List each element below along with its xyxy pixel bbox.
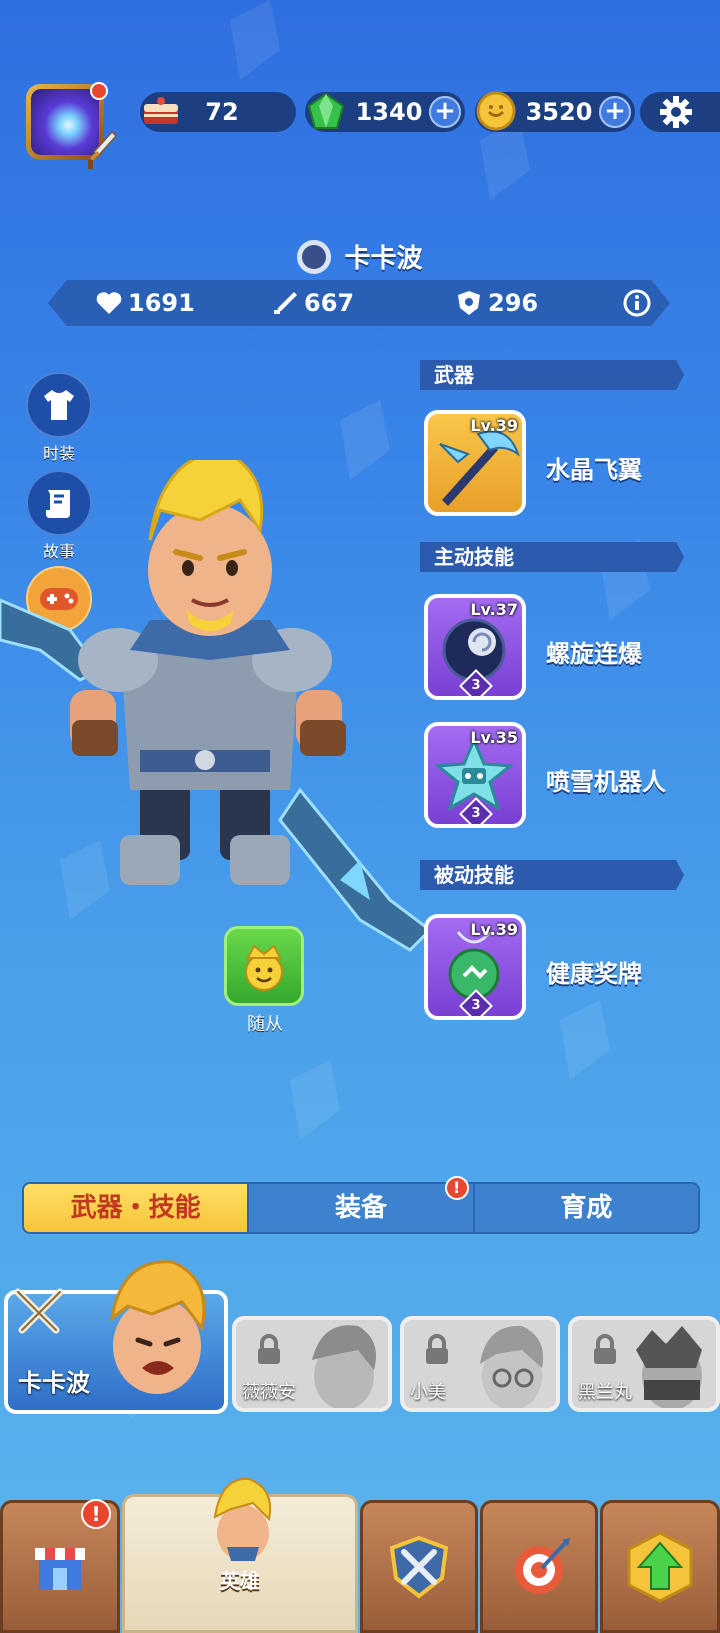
active-skills-header: 主动技能 — [420, 542, 684, 572]
defense-value: 296 — [488, 289, 539, 317]
hero-nav-icon — [213, 1477, 271, 1561]
lock-icon — [426, 1334, 448, 1364]
hero-portrait — [109, 1260, 206, 1394]
hero-card-selected[interactable]: 卡卡波 — [4, 1260, 228, 1414]
stats-info-button[interactable] — [622, 288, 652, 318]
nav-hero-label: 英雄 — [220, 1569, 260, 1593]
weapon-level: Lv.39 — [470, 416, 518, 435]
nav-hero[interactable]: 英雄 — [122, 1477, 358, 1633]
battle-shield-icon — [389, 1535, 449, 1599]
hero-name: 卡卡波 — [344, 244, 423, 274]
hero-card-locked-3[interactable]: 黑兰丸 — [568, 1316, 720, 1412]
health-stat: 1691 — [94, 288, 195, 318]
cake-resource: 72 — [140, 92, 296, 132]
fashion-button[interactable]: 时装 — [26, 372, 92, 464]
add-gems-button[interactable]: + — [429, 96, 461, 128]
nav-target[interactable] — [480, 1500, 598, 1633]
weapon-name: 水晶飞翼 — [546, 456, 642, 484]
hero-tabs: 武器・技能 装备 ! 育成 — [22, 1176, 700, 1234]
hero-portrait-grey — [480, 1325, 544, 1408]
shield-icon — [458, 291, 480, 315]
hero-name-row: 卡卡波 — [0, 238, 720, 275]
avatar-notification-dot — [90, 82, 108, 100]
follower-button[interactable]: 随从 — [224, 926, 306, 1036]
tab-growth[interactable]: 育成 — [475, 1184, 698, 1232]
gem-count: 1340 — [355, 98, 423, 126]
cake-count: 72 — [205, 98, 239, 126]
nav-shop[interactable]: ! — [0, 1499, 120, 1633]
weapon-section-header: 武器 — [420, 360, 684, 390]
bottom-nav: ! 英雄 — [0, 1477, 720, 1633]
nav-upgrade[interactable] — [600, 1500, 720, 1633]
sword-attack-icon — [274, 292, 297, 314]
passive-skill-level: Lv.39 — [470, 920, 518, 939]
hero-card-name-2: 薇薇安 — [242, 1382, 296, 1403]
equipment-alert-badge: ! — [444, 1176, 469, 1200]
weapon-card[interactable]: Lv.39 — [424, 410, 526, 516]
lock-icon — [258, 1334, 280, 1364]
hero-portrait-grey — [636, 1326, 702, 1408]
attack-value: 667 — [304, 289, 355, 317]
crossed-swords-icon — [14, 1288, 64, 1334]
hero-card-name-1: 卡卡波 — [18, 1369, 90, 1397]
passive-skill-name: 健康奖牌 — [546, 960, 642, 988]
settings-button[interactable] — [640, 92, 720, 132]
target-icon — [515, 1537, 570, 1594]
hero-character-model — [0, 460, 433, 952]
hero-stats-bar: 1691 667 296 — [48, 280, 670, 326]
active-skill-1-level: Lv.37 — [470, 600, 518, 619]
gem-icon — [307, 92, 345, 129]
sword-icon — [88, 130, 118, 169]
active-skill-2-name: 喷雪机器人 — [546, 768, 666, 796]
active-skill-2-level: Lv.35 — [470, 728, 518, 747]
active-skill-card-2[interactable]: Lv.35 3 — [424, 722, 526, 828]
tab-equipment[interactable]: 装备 ! — [249, 1176, 475, 1232]
follower-label: 随从 — [247, 1014, 283, 1035]
hero-card-locked-2[interactable]: 小美 — [400, 1316, 560, 1412]
active-skill-1-name: 螺旋连爆 — [546, 640, 642, 668]
attack-stat: 667 — [270, 288, 354, 318]
coin-icon — [476, 91, 516, 131]
shop-alert-badge: ! — [81, 1499, 111, 1529]
coin-count: 3520 — [525, 98, 593, 126]
lock-icon — [594, 1334, 616, 1364]
active-skill-card-1[interactable]: Lv.37 3 — [424, 594, 526, 700]
top-bar: 72 1340 + 3520 + — [0, 82, 720, 169]
gem-resource: 1340 + — [305, 92, 465, 132]
crown-face-icon — [245, 944, 283, 991]
hero-card-name-3: 小美 — [410, 1382, 446, 1403]
upgrade-arrow-icon — [627, 1530, 693, 1603]
passive-skill-card[interactable]: Lv.39 3 — [424, 914, 526, 1020]
cake-icon — [144, 97, 178, 124]
tab-weapon-skills[interactable]: 武器・技能 — [24, 1184, 250, 1232]
defense-stat: 296 — [454, 288, 538, 318]
coin-resource: 3520 + — [475, 91, 635, 132]
health-value: 1691 — [128, 289, 195, 317]
rank-ring-icon — [297, 239, 332, 274]
nav-battle[interactable] — [360, 1500, 478, 1633]
add-coins-button[interactable]: + — [599, 96, 631, 128]
hero-card-name-4: 黑兰丸 — [578, 1382, 632, 1403]
passive-skills-header: 被动技能 — [420, 860, 684, 890]
info-icon — [623, 289, 651, 317]
gear-icon — [660, 96, 692, 128]
shop-icon — [35, 1547, 85, 1590]
hero-portrait-grey — [312, 1325, 376, 1408]
hero-card-locked-1[interactable]: 薇薇安 — [232, 1316, 392, 1412]
tshirt-icon — [44, 390, 74, 420]
heart-icon — [96, 292, 122, 314]
